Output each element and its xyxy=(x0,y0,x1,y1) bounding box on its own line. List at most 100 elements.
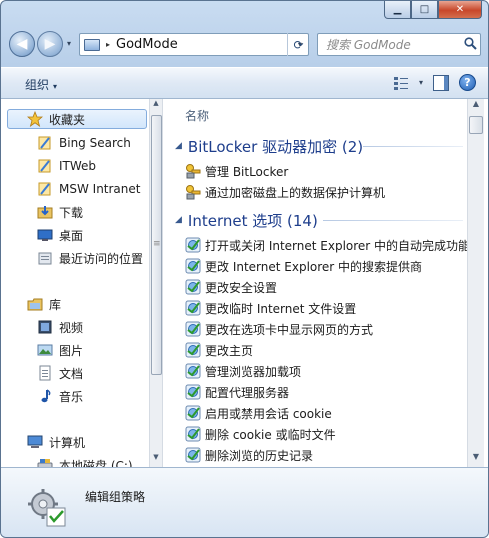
internet-options-icon xyxy=(185,237,201,253)
breadcrumb-separator-icon[interactable]: ▸ xyxy=(106,40,110,49)
content-scroll-thumb[interactable] xyxy=(469,116,483,134)
nav-local-disk-c[interactable]: 本地磁盘 (C:) xyxy=(1,455,133,467)
group-policy-icon xyxy=(25,484,69,528)
recent-places-icon xyxy=(37,250,53,266)
control-panel-icon xyxy=(84,38,100,51)
pane-splitter-grip-icon[interactable]: ≡ xyxy=(153,239,161,249)
refresh-icon[interactable]: ⟳ xyxy=(287,33,309,56)
address-row: ◀ ▶ ▾ ▸ GodMode ▾ ⟳ 搜索 GodMode xyxy=(1,27,488,63)
group-header-bitlocker[interactable]: ◢ BitLocker 驱动器加密 (2) xyxy=(175,135,363,157)
nav-favorites-label: 收藏夹 xyxy=(49,112,86,127)
breadcrumb-godmode[interactable]: GodMode xyxy=(116,37,292,52)
collapse-triangle-icon[interactable]: ◢ xyxy=(175,215,182,225)
nav-item-label: 音乐 xyxy=(59,389,84,404)
favorite-link-icon xyxy=(37,158,53,174)
item-label: 更改临时 Internet 文件设置 xyxy=(205,301,357,316)
item-label: 更改 Internet Explorer 中的搜索提供商 xyxy=(205,259,423,274)
scroll-up-arrow-icon[interactable]: ▲ xyxy=(150,99,162,113)
bitlocker-key-icon xyxy=(185,163,201,179)
help-icon[interactable]: ? xyxy=(459,74,476,91)
nav-item-label: 桌面 xyxy=(59,228,84,243)
nav-pane-scrollbar[interactable]: ▲ ▼ xyxy=(149,99,163,467)
recent-pages-dropdown[interactable]: ▾ xyxy=(67,39,71,48)
nav-item-label: 最近访问的位置 xyxy=(59,251,144,266)
star-icon xyxy=(26,110,44,127)
nav-library-pictures[interactable]: 图片 xyxy=(1,340,83,360)
item-label: 通过加密磁盘上的数据保护计算机 xyxy=(205,185,386,200)
item-label: 删除 cookie 或临时文件 xyxy=(205,427,336,442)
internet-options-icon xyxy=(185,405,201,421)
list-item[interactable]: 更改在选项卡中显示网页的方式 xyxy=(185,319,373,339)
group-divider xyxy=(363,146,463,147)
scroll-down-arrow-icon[interactable]: ▼ xyxy=(150,453,162,467)
selected-item-name: 编辑组策略 xyxy=(85,490,146,504)
nav-libraries[interactable]: 库 xyxy=(1,294,61,314)
internet-options-icon xyxy=(185,447,201,463)
videos-icon xyxy=(37,319,53,335)
list-item[interactable]: 更改临时 Internet 文件设置 xyxy=(185,298,356,318)
nav-favorite-recent-places[interactable]: 最近访问的位置 xyxy=(1,248,143,268)
preview-pane-icon[interactable] xyxy=(433,74,449,91)
nav-item-label: Bing Search xyxy=(59,136,131,150)
change-view-icon[interactable] xyxy=(393,75,409,91)
bitlocker-key-icon xyxy=(185,184,201,200)
close-button[interactable]: ✕ xyxy=(438,1,482,19)
nav-item-label: 图片 xyxy=(59,343,84,358)
desktop-icon xyxy=(37,227,53,243)
local-disk-icon xyxy=(37,457,53,467)
organize-label: 组织 xyxy=(25,78,50,92)
documents-icon xyxy=(37,365,53,381)
nav-favorite-msw-intranet[interactable]: MSW Intranet xyxy=(1,179,140,199)
group-divider xyxy=(323,220,463,221)
search-input[interactable]: 搜索 GodMode xyxy=(326,36,460,53)
list-item[interactable]: 删除浏览的历史记录 xyxy=(185,445,313,465)
nav-libraries-label: 库 xyxy=(49,297,62,312)
forward-button[interactable]: ▶ xyxy=(37,31,63,57)
nav-favorite-bing-search[interactable]: Bing Search xyxy=(1,133,131,153)
scroll-down-arrow-icon[interactable]: ▼ xyxy=(468,452,484,467)
column-header-name[interactable]: 名称 xyxy=(185,107,209,124)
minimize-button[interactable]: ▁ xyxy=(384,1,411,19)
libraries-icon xyxy=(27,296,43,312)
details-pane: 编辑组策略 xyxy=(1,467,488,537)
content-scrollbar[interactable]: ▲ ▼ xyxy=(467,99,484,467)
maximize-button[interactable]: □ xyxy=(411,1,438,19)
nav-favorites[interactable]: 收藏夹 xyxy=(7,109,147,129)
list-item[interactable]: 启用或禁用会话 cookie xyxy=(185,403,332,423)
nav-favorite-itweb[interactable]: ITWeb xyxy=(1,156,96,176)
group-header-internet-options[interactable]: ◢ Internet 选项 (14) xyxy=(175,209,318,231)
scroll-up-arrow-icon[interactable]: ▲ xyxy=(468,99,484,114)
list-item[interactable]: 更改 Internet Explorer 中的搜索提供商 xyxy=(185,256,422,276)
list-item[interactable]: 配置代理服务器 xyxy=(185,382,289,402)
nav-library-videos[interactable]: 视频 xyxy=(1,317,83,337)
window-controls: ▁ □ ✕ xyxy=(384,1,482,19)
nav-library-music[interactable]: 音乐 xyxy=(1,386,83,406)
list-item[interactable]: 通过加密磁盘上的数据保护计算机 xyxy=(185,182,385,202)
item-label: 打开或关闭 Internet Explorer 中的自动完成功能 xyxy=(205,238,467,253)
more-views-dropdown[interactable]: ▾ xyxy=(419,78,423,87)
internet-options-icon xyxy=(185,342,201,358)
list-item[interactable]: 更改安全设置 xyxy=(185,277,277,297)
list-item[interactable]: 管理浏览器加载项 xyxy=(185,361,301,381)
explorer-window: ▁ □ ✕ ◀ ▶ ▾ ▸ GodMode ▾ ⟳ 搜索 GodMode 组织 ▾ xyxy=(0,0,489,538)
list-item[interactable]: 打开或关闭 Internet Explorer 中的自动完成功能 xyxy=(185,235,467,255)
collapse-triangle-icon[interactable]: ◢ xyxy=(175,141,182,151)
back-button[interactable]: ◀ xyxy=(9,31,35,57)
nav-item-label: ITWeb xyxy=(59,159,97,173)
nav-favorite-desktop[interactable]: 桌面 xyxy=(1,225,83,245)
organize-menu[interactable]: 组织 ▾ xyxy=(25,76,57,93)
search-icon[interactable] xyxy=(460,36,480,53)
address-bar[interactable]: ▸ GodMode ▾ xyxy=(79,33,309,56)
list-item[interactable]: 删除 cookie 或临时文件 xyxy=(185,424,336,444)
nav-library-documents[interactable]: 文档 xyxy=(1,363,83,383)
nav-item-label: 下载 xyxy=(59,205,84,220)
internet-options-icon xyxy=(185,426,201,442)
item-label: 更改主页 xyxy=(205,343,254,358)
search-box[interactable]: 搜索 GodMode xyxy=(317,33,481,56)
nav-computer[interactable]: 计算机 xyxy=(1,432,85,452)
nav-favorite-downloads[interactable]: 下载 xyxy=(1,202,83,222)
command-bar: 组织 ▾ ▾ ? xyxy=(1,67,488,99)
list-item[interactable]: 更改主页 xyxy=(185,340,253,360)
chevron-down-icon: ▾ xyxy=(53,82,58,91)
list-item[interactable]: 管理 BitLocker xyxy=(185,161,288,181)
